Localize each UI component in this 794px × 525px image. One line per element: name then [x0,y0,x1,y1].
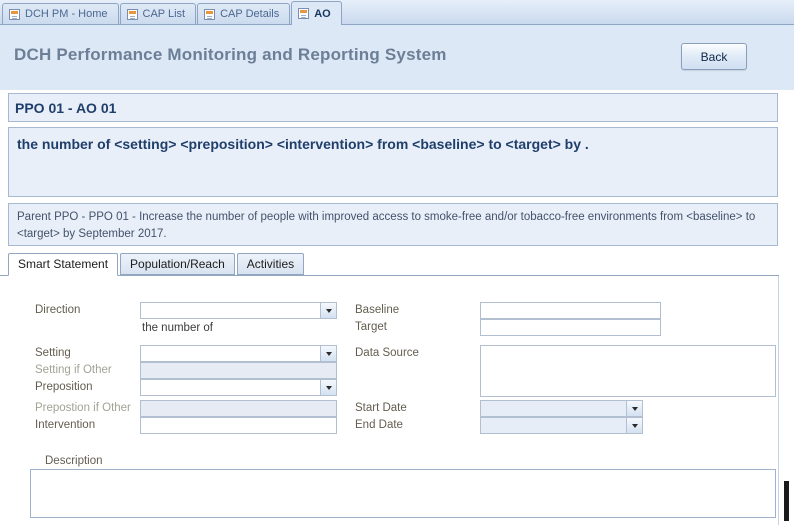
doc-tab-cap-details[interactable]: CAP Details [197,3,290,24]
doc-tab-label: CAP Details [220,8,279,20]
preposition-if-other-input[interactable] [140,400,337,417]
direction-dropdown-button[interactable] [320,303,336,318]
smart-statement-text: the number of <setting> <preposition> <i… [9,128,777,152]
parent-ppo-text: Parent PPO - PPO 01 - Increase the numbe… [9,204,777,242]
direction-caption: the number of [142,322,213,334]
back-button[interactable]: Back [681,43,747,70]
tab-page-border [778,276,779,525]
subtab-activities[interactable]: Activities [237,253,304,275]
baseline-label: Baseline [355,304,399,316]
setting-if-other-label: Setting if Other [35,364,112,376]
ppo-header-text: PPO 01 - AO 01 [9,94,777,116]
setting-field[interactable] [141,346,320,361]
form-icon [298,8,309,19]
target-input[interactable] [480,319,661,336]
setting-if-other-input[interactable] [140,362,337,379]
doc-tab-label: AO [314,8,331,20]
intervention-label: Intervention [35,419,95,431]
baseline-input[interactable] [480,302,661,319]
end-date-field[interactable] [481,418,626,433]
direction-label: Direction [35,304,80,316]
document-tab-bar: DCH PM - Home CAP List CAP Details AO [0,0,794,25]
subtab-bar: Smart Statement Population/Reach Activit… [8,253,306,277]
screen-artifact [784,481,789,521]
doc-tab-cap-list[interactable]: CAP List [120,3,197,24]
doc-tab-label: DCH PM - Home [25,8,108,20]
preposition-if-other-label: Prepostion if Other [35,402,131,414]
form-icon [9,9,20,20]
direction-combobox[interactable] [140,302,337,319]
ppo-header-panel: PPO 01 - AO 01 [8,93,778,122]
subtab-population-reach[interactable]: Population/Reach [120,253,235,275]
preposition-dropdown-button[interactable] [320,380,336,395]
subtab-smart-statement[interactable]: Smart Statement [8,253,118,276]
direction-field[interactable] [141,303,320,318]
start-date-combobox[interactable] [480,400,643,417]
target-label: Target [355,321,387,333]
intervention-input[interactable] [140,417,337,434]
doc-tab-label: CAP List [143,8,186,20]
form-header: DCH Performance Monitoring and Reporting… [0,25,794,90]
form-icon [127,9,138,20]
form-icon [204,9,215,20]
preposition-field[interactable] [141,380,320,395]
preposition-combobox[interactable] [140,379,337,396]
setting-label: Setting [35,347,71,359]
end-date-dropdown-button[interactable] [626,418,642,433]
description-textarea[interactable] [30,469,776,518]
start-date-label: Start Date [355,402,407,414]
setting-combobox[interactable] [140,345,337,362]
preposition-label: Preposition [35,381,93,393]
end-date-combobox[interactable] [480,417,643,434]
setting-dropdown-button[interactable] [320,346,336,361]
description-label: Description [45,455,103,467]
app-window: DCH PM - Home CAP List CAP Details AO DC… [0,0,794,525]
doc-tab-ao[interactable]: AO [291,1,342,25]
doc-tab-dch-pm-home[interactable]: DCH PM - Home [2,3,119,24]
page-title: DCH Performance Monitoring and Reporting… [14,45,447,65]
end-date-label: End Date [355,419,403,431]
start-date-dropdown-button[interactable] [626,401,642,416]
data-source-label: Data Source [355,347,419,359]
parent-ppo-panel: Parent PPO - PPO 01 - Increase the numbe… [8,203,778,246]
smart-statement-panel: the number of <setting> <preposition> <i… [8,127,778,197]
data-source-textarea[interactable] [480,345,776,397]
start-date-field[interactable] [481,401,626,416]
